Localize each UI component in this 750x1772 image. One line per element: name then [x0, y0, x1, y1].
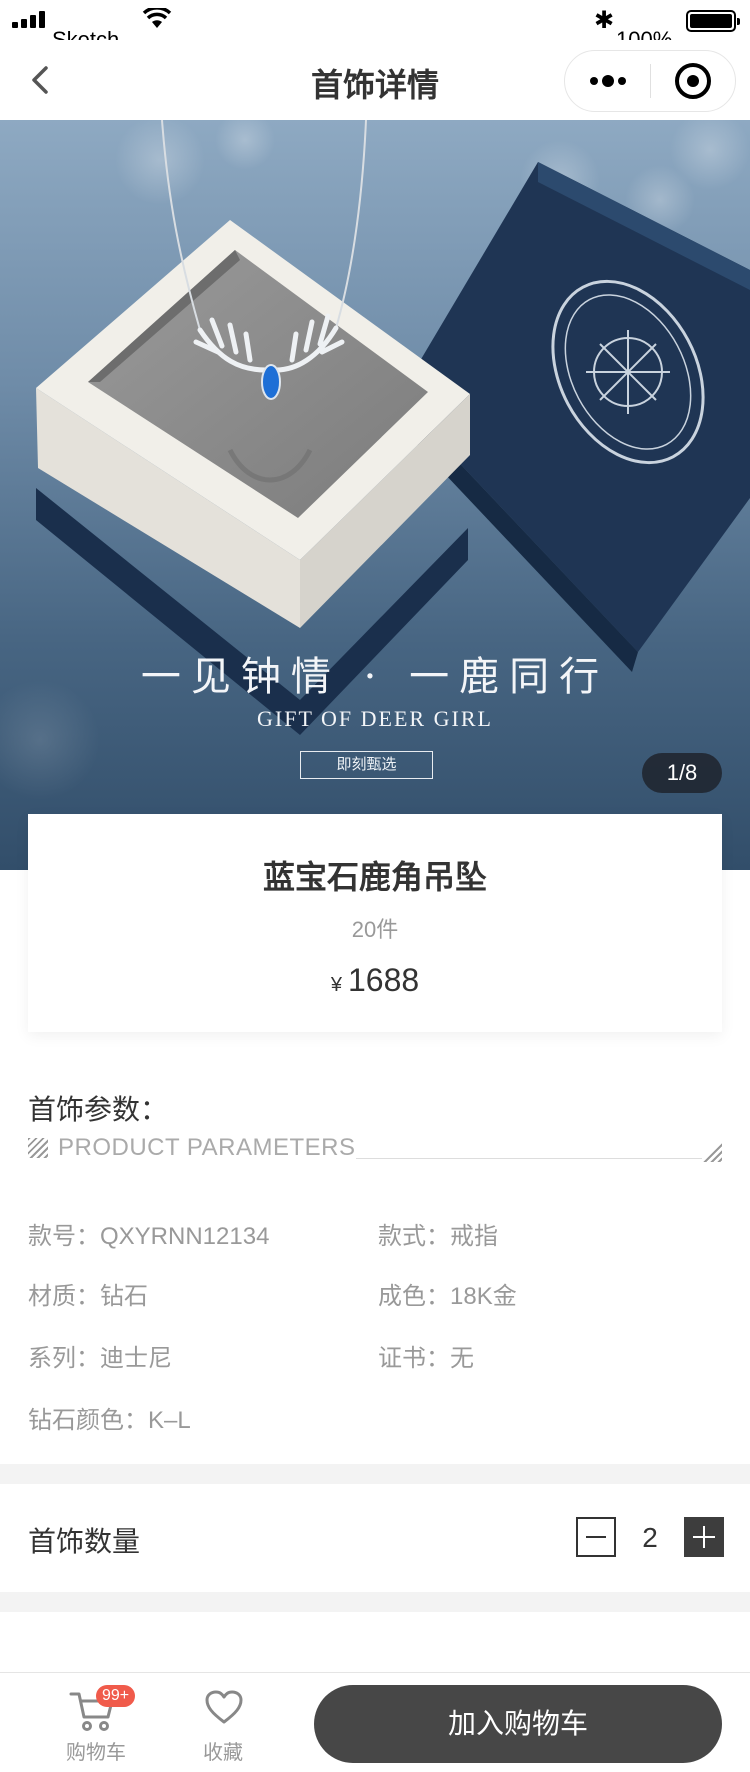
status-bar: Sketch ✱ 100%: [0, 0, 750, 44]
price-value: 1688: [347, 962, 420, 998]
hatch-corner-decoration: [702, 1142, 722, 1162]
params-title: 首饰参数：: [28, 1094, 169, 1125]
divider-line: [356, 1158, 702, 1159]
product-name: 蓝宝石鹿角吊坠: [262, 859, 487, 895]
hero-subtitle: GIFT OF DEER GIRL: [257, 706, 493, 731]
product-stock: 20件: [351, 917, 399, 942]
favorite-tab[interactable]: 收藏: [192, 1681, 254, 1767]
close-mini-program-button[interactable]: [651, 51, 735, 111]
add-to-cart-button[interactable]: 加入购物车: [314, 1685, 722, 1763]
cart-badge: 99+: [96, 1685, 136, 1707]
bluetooth-icon: ✱: [594, 7, 615, 34]
params-subtitle-row: PRODUCT PARAMETERS: [28, 1134, 722, 1164]
bottom-action-bar: 99+ 购物车 收藏 加入购物车: [0, 1672, 750, 1772]
target-icon: [675, 63, 711, 99]
cart-tab[interactable]: 99+ 购物车: [54, 1681, 138, 1767]
shop-now-button[interactable]: 即刻甄选: [300, 751, 433, 779]
product-image-carousel[interactable]: 一见钟情 · 一鹿同行 GIFT OF DEER GIRL 即刻甄选 1/8: [0, 120, 750, 870]
decrease-quantity-button[interactable]: [576, 1517, 616, 1557]
param-model-no: 款号：QXYRNN12134: [28, 1223, 270, 1250]
mini-program-capsule: [564, 50, 736, 112]
hero-slogan: 一见钟情 · 一鹿同行: [140, 654, 610, 700]
wifi-icon: [142, 6, 172, 35]
section-divider: [0, 1592, 750, 1612]
signal-icon: [12, 10, 45, 28]
hatch-decoration: [28, 1138, 48, 1158]
favorite-label: 收藏: [203, 1742, 243, 1764]
section-divider: [0, 1464, 750, 1484]
param-certificate: 证书：无: [378, 1345, 474, 1372]
param-purity: 成色：18K金: [378, 1283, 517, 1310]
carousel-counter: 1/8: [642, 753, 722, 793]
params-subtitle: PRODUCT PARAMETERS: [58, 1134, 356, 1161]
quantity-label: 首饰数量: [28, 1526, 141, 1557]
cart-label: 购物车: [66, 1742, 126, 1764]
increase-quantity-button[interactable]: [684, 1517, 724, 1557]
heart-icon: [205, 1690, 243, 1724]
param-series: 系列：迪士尼: [28, 1345, 172, 1372]
product-info-card: 蓝宝石鹿角吊坠 20件 ¥1688: [28, 814, 722, 1032]
nav-bar: 首饰详情: [0, 40, 750, 120]
currency-symbol: ¥: [330, 974, 342, 996]
param-material: 材质：钻石: [28, 1283, 148, 1310]
more-button[interactable]: [565, 51, 650, 111]
quantity-value: 2: [642, 1522, 658, 1553]
param-style: 款式：戒指: [378, 1223, 498, 1250]
product-price: ¥1688: [28, 962, 722, 999]
param-diamond-color: 钻石颜色：K–L: [28, 1407, 191, 1434]
battery-icon: [686, 10, 740, 32]
